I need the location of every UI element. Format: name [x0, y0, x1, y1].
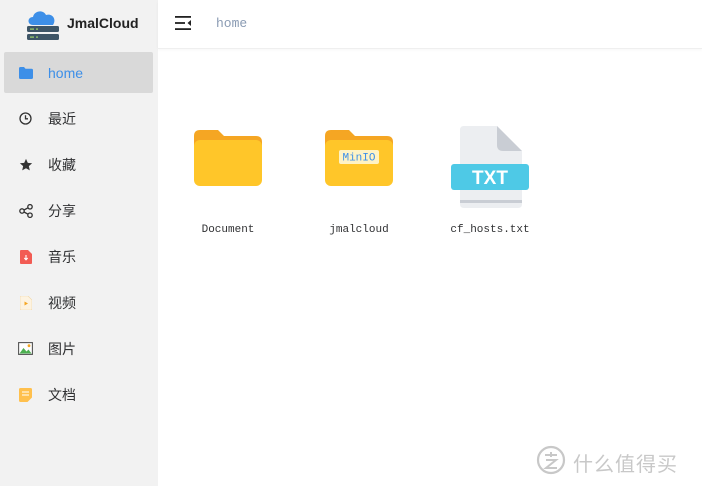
sidebar-item-label: 文档: [48, 387, 76, 404]
sidebar-item-favorites[interactable]: 收藏: [4, 144, 153, 185]
file-name: jmalcloud: [329, 224, 389, 236]
sidebar-item-share[interactable]: 分享: [4, 190, 153, 231]
file-name: cf_hosts.txt: [450, 224, 530, 236]
watermark: 什么值得买: [535, 444, 700, 476]
txt-badge: TXT: [472, 168, 508, 189]
share-icon: [18, 203, 33, 218]
watermark-text: 什么值得买: [573, 452, 678, 476]
sidebar-item-label: 视频: [48, 295, 76, 312]
file-item-jmalcloud[interactable]: MinIO jmalcloud: [314, 128, 404, 248]
minio-badge: MinIO: [342, 153, 375, 165]
sidebar-item-music[interactable]: 音乐: [4, 236, 153, 277]
top-bar: home: [158, 0, 702, 49]
star-icon: [18, 157, 33, 172]
music-file-icon: [18, 249, 33, 264]
image-icon: [18, 341, 33, 356]
sidebar-item-label: 分享: [48, 203, 76, 220]
sidebar-item-label: 音乐: [48, 249, 76, 266]
file-name: Document: [201, 224, 255, 236]
sidebar: JmalCloud home 最近 收藏 分享 音乐 视频 图片 文档: [0, 0, 158, 486]
txt-file-icon: TXT: [451, 126, 529, 208]
breadcrumb[interactable]: home: [216, 16, 247, 31]
cloud-server-icon: [27, 11, 59, 40]
sidebar-item-label: home: [48, 64, 84, 81]
file-item-document[interactable]: Document: [183, 128, 273, 248]
video-file-icon: [18, 295, 33, 310]
app-name: JmalCloud: [67, 15, 139, 31]
sidebar-item-label: 最近: [48, 111, 76, 128]
folder-icon: [194, 130, 262, 186]
clock-icon: [18, 111, 33, 126]
document-icon: [18, 387, 33, 402]
sidebar-item-images[interactable]: 图片: [4, 328, 153, 369]
file-item-cf-hosts[interactable]: TXT cf_hosts.txt: [445, 126, 535, 248]
minio-folder-icon: MinIO: [325, 130, 393, 186]
sidebar-item-home[interactable]: home: [4, 52, 153, 93]
sidebar-item-video[interactable]: 视频: [4, 282, 153, 323]
sidebar-item-label: 收藏: [48, 157, 76, 174]
menu-fold-icon[interactable]: [175, 15, 192, 31]
app-logo[interactable]: JmalCloud: [0, 0, 158, 48]
sidebar-item-documents[interactable]: 文档: [4, 374, 153, 415]
zhi-logo-icon: [536, 445, 566, 475]
sidebar-item-label: 图片: [48, 341, 76, 358]
sidebar-item-recent[interactable]: 最近: [4, 98, 153, 139]
folder-icon: [18, 65, 33, 80]
